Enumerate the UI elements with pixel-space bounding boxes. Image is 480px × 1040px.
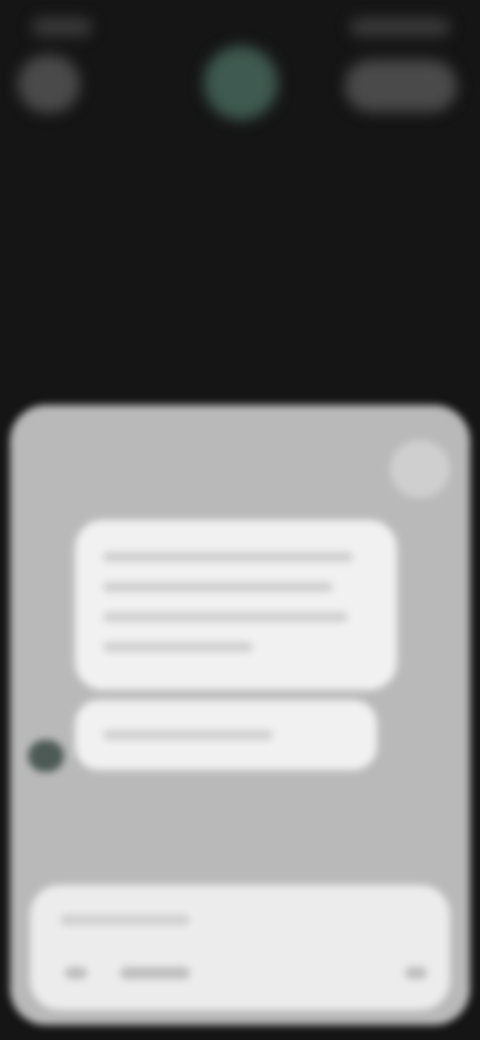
mic-icon[interactable]: [405, 967, 427, 979]
status-bar-indicators: [350, 18, 450, 36]
contact-avatar[interactable]: [204, 46, 278, 120]
compose-box[interactable]: [30, 885, 450, 1010]
sheet-close-button[interactable]: [390, 440, 450, 498]
sender-avatar: [28, 740, 64, 772]
compose-input[interactable]: [60, 915, 190, 925]
back-button[interactable]: [18, 55, 80, 113]
message-text-line: [103, 642, 253, 652]
message-bubble[interactable]: [75, 520, 397, 690]
header-actions-button[interactable]: [345, 60, 457, 112]
message-text-line: [103, 552, 353, 562]
message-text-line: [103, 730, 273, 740]
message-bubble[interactable]: [75, 700, 377, 770]
compose-option[interactable]: [120, 967, 190, 979]
app-header: [0, 0, 480, 140]
bottom-sheet: [10, 405, 470, 1025]
message-text-line: [103, 612, 348, 622]
message-text-line: [103, 582, 333, 592]
blurred-screen: [0, 0, 480, 1040]
attach-icon[interactable]: [65, 967, 87, 979]
status-bar-time: [32, 18, 92, 36]
